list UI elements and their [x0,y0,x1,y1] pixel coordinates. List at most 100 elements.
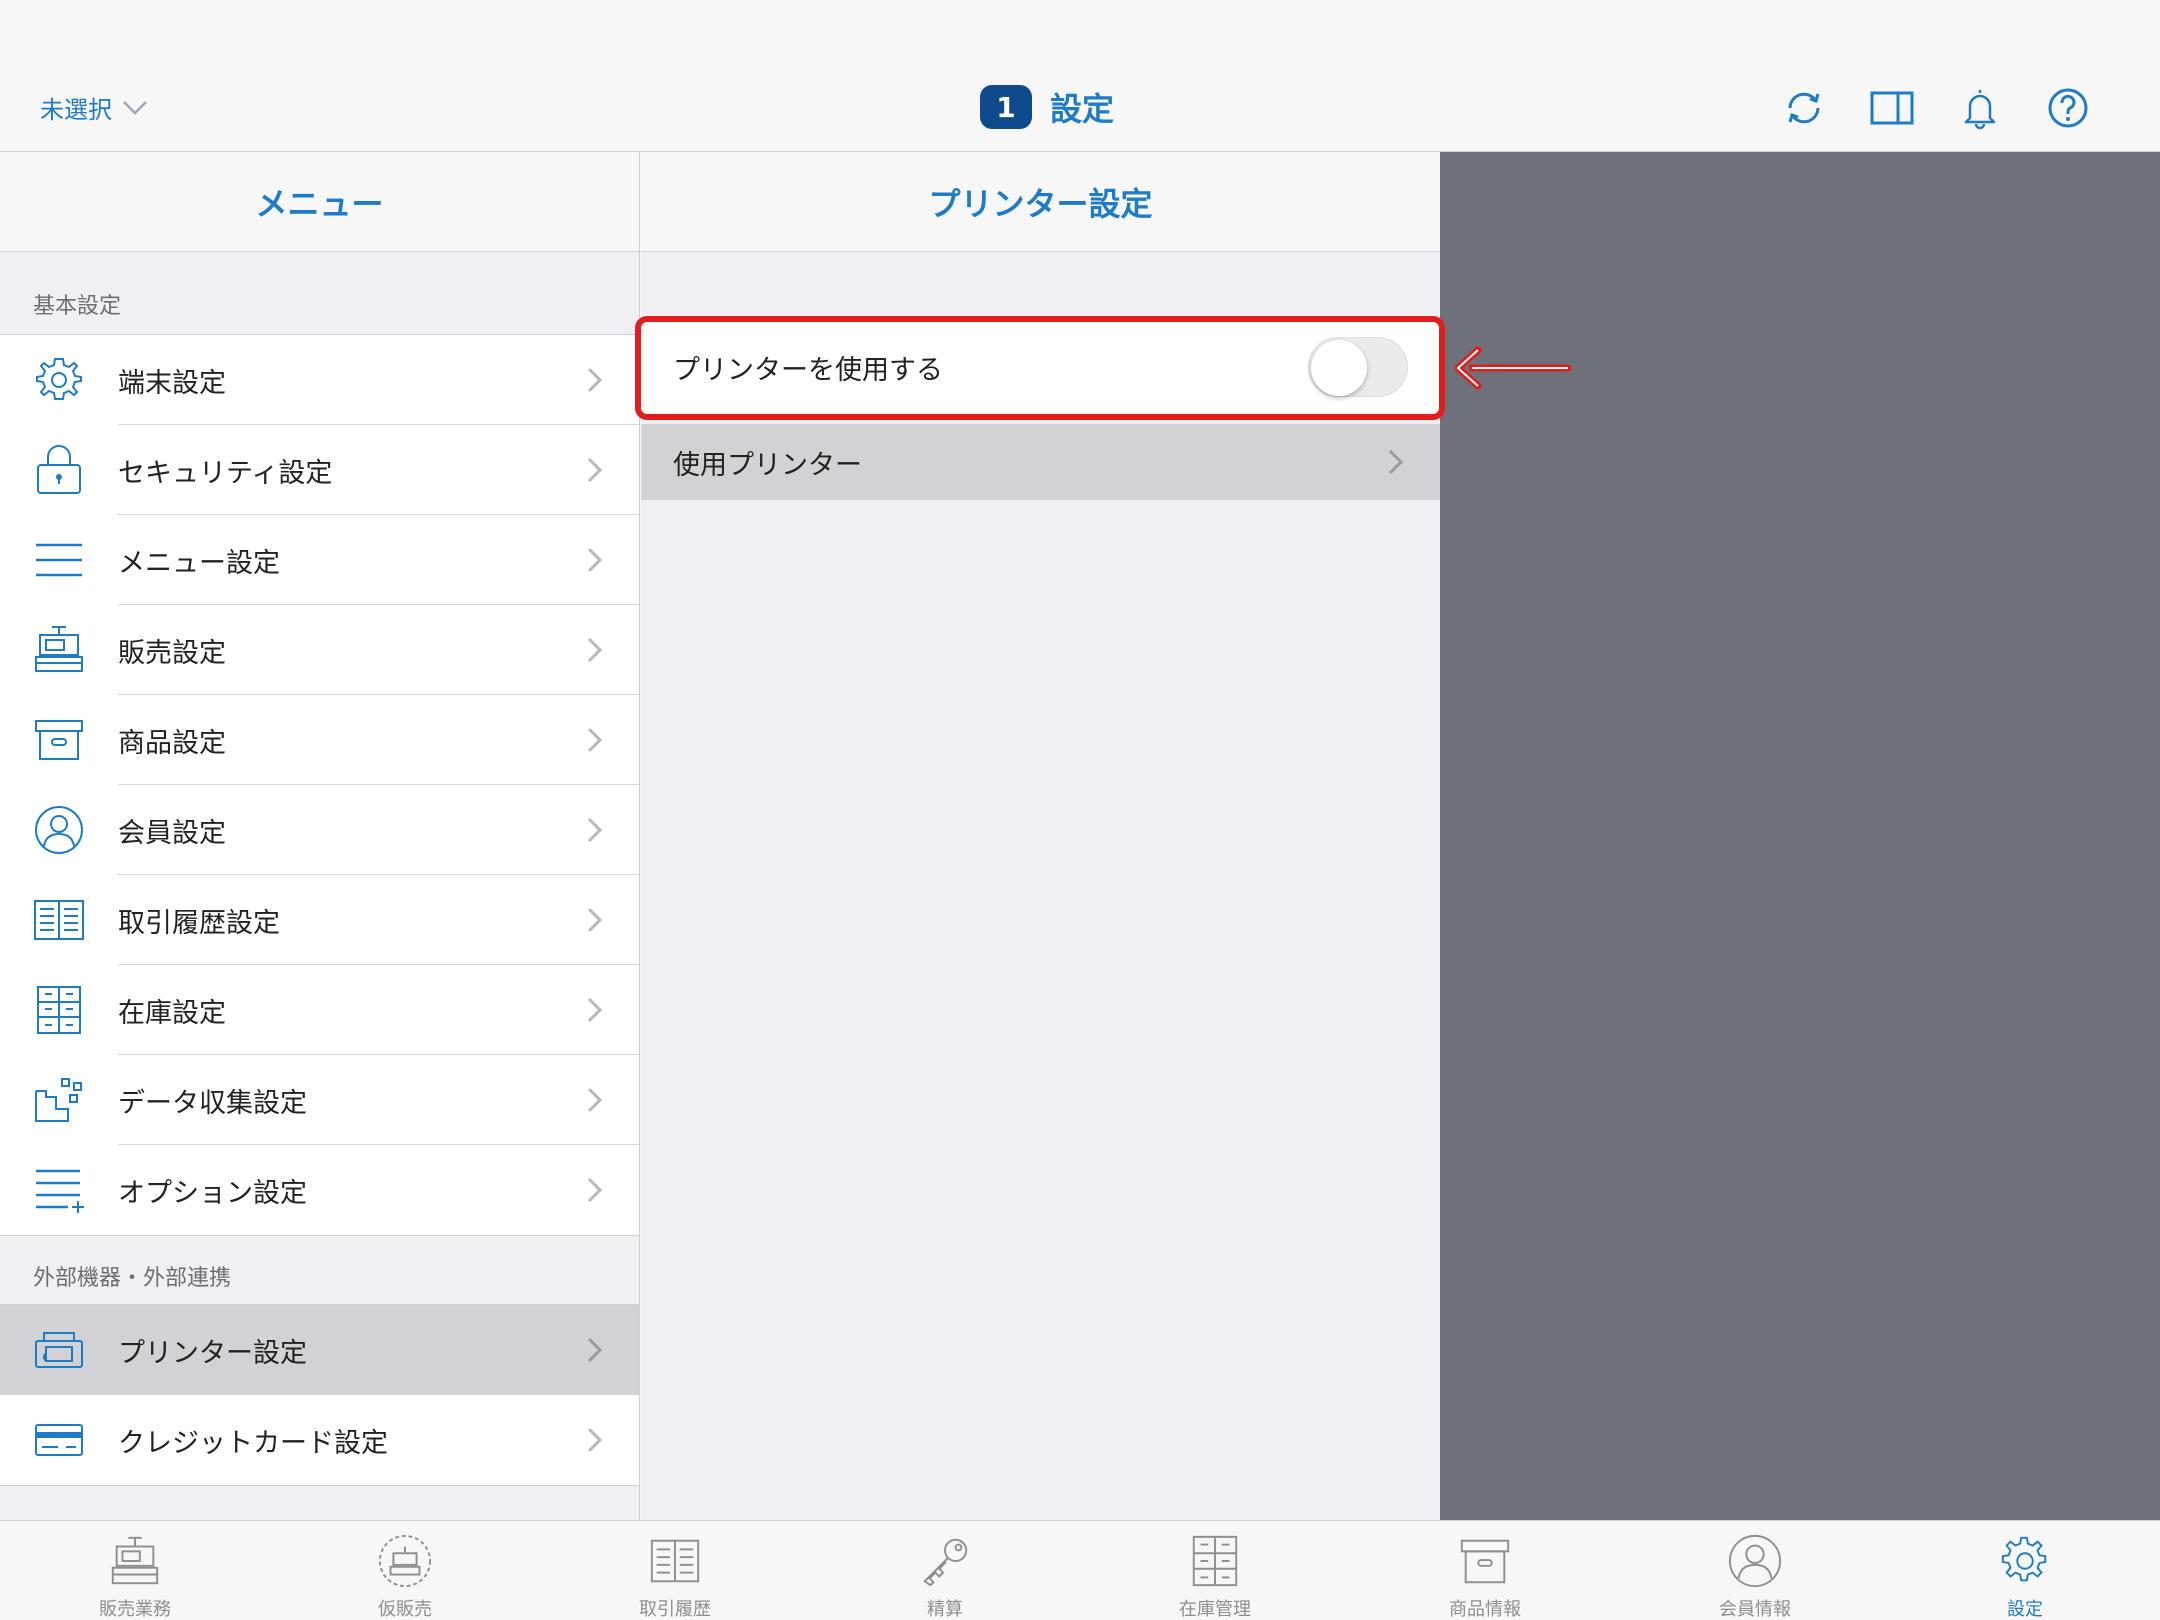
chevron-right-icon [587,367,603,393]
menu-item-label: 端末設定 [118,367,226,399]
menu-item-sales[interactable]: 販売設定 [0,605,639,695]
split-view-icon [1870,91,1914,125]
chevron-right-icon [587,547,603,573]
menu-item-label: データ収集設定 [118,1087,307,1119]
page-title: 設定 [1050,90,1115,128]
help-button[interactable] [2046,86,2090,130]
menu-item-label: オプション設定 [118,1177,307,1209]
menu-item-label: プリンター設定 [118,1337,307,1369]
sync-button[interactable] [1782,86,1826,130]
tab-label: 精算 [927,1599,963,1620]
menu-item-label: クレジットカード設定 [118,1427,388,1459]
chevron-right-icon [1388,449,1404,475]
cabinet-icon [1192,1535,1238,1587]
menu-item-member[interactable]: 会員設定 [0,785,639,875]
external-devices-list: プリンター設定 クレジットカード設定 [0,1304,639,1486]
chevron-right-icon [587,1337,603,1363]
chevron-right-icon [587,1427,603,1453]
tab-label: 在庫管理 [1179,1599,1251,1620]
terminal-number-badge: 1 [980,85,1032,129]
highlight-box [635,316,1445,420]
menu-item-label: 会員設定 [118,817,226,849]
option-list-icon [36,1169,84,1213]
tab-transaction-history[interactable]: 取引履歴 [540,1521,810,1620]
temp-sale-icon [378,1534,432,1588]
menu-pane-title: メニュー [0,152,639,252]
chevron-right-icon [587,907,603,933]
tab-label: 販売業務 [99,1599,171,1620]
section-label: 基本設定 [33,294,122,319]
menu-item-inventory[interactable]: 在庫設定 [0,965,639,1055]
member-icon [1728,1534,1782,1588]
section-header-basic: 基本設定 [0,252,639,334]
menu-item-option[interactable]: オプション設定 [0,1145,639,1235]
credit-card-icon [35,1424,83,1456]
tab-temp-sale[interactable]: 仮販売 [270,1521,540,1620]
arrow-left-icon [1454,346,1572,390]
detail-pane-title: プリンター設定 [641,152,1440,252]
selected-printer-row[interactable]: 使用プリンター [641,424,1440,500]
basic-settings-list: 端末設定 セキュリティ設定 メニュー設定 販売設定 商品設定 会員設定 取引履歴… [0,334,639,1236]
cabinet-icon [37,986,81,1034]
tab-inventory[interactable]: 在庫管理 [1080,1521,1350,1620]
tab-label: 取引履歴 [639,1599,711,1620]
tab-bar: 販売業務 仮販売 取引履歴 精算 在庫管理 商品情報 会員情報 設定 [0,1520,2160,1620]
bell-icon [1964,90,1996,130]
book-icon [650,1539,700,1583]
chevron-right-icon [587,997,603,1023]
tab-settlement[interactable]: 精算 [810,1521,1080,1620]
store-selector-label: 未選択 [40,96,112,124]
page-title-group: 1 設定 [980,84,1114,130]
chevron-right-icon [587,817,603,843]
chevron-right-icon [587,1177,603,1203]
menu-item-security[interactable]: セキュリティ設定 [0,425,639,515]
box-icon [1460,1539,1510,1584]
key-icon [923,1538,968,1587]
notification-button[interactable] [1958,86,2002,130]
selected-printer-label: 使用プリンター [673,449,862,481]
lock-icon [37,445,81,494]
menu-item-label: セキュリティ設定 [118,457,333,489]
register-icon [35,626,83,672]
tab-settings[interactable]: 設定 [1890,1521,2160,1620]
split-view-button[interactable] [1870,86,1914,130]
menu-pane: メニュー 基本設定 端末設定 セキュリティ設定 メニュー設定 販売設定 商品設定… [0,152,640,1520]
register-icon [111,1536,159,1585]
menu-item-label: 商品設定 [118,727,226,759]
menu-item-transaction-history[interactable]: 取引履歴設定 [0,875,639,965]
tab-label: 会員情報 [1719,1599,1791,1620]
gear-icon [2001,1536,2047,1582]
printer-icon [35,1332,83,1368]
help-icon [2048,88,2088,128]
menu-item-label: 取引履歴設定 [118,907,280,939]
store-selector[interactable]: 未選択 [40,90,148,125]
chevron-right-icon [587,1087,603,1113]
book-icon [34,900,84,940]
member-icon [35,806,83,854]
tab-product-info[interactable]: 商品情報 [1350,1521,1620,1620]
menu-item-terminal[interactable]: 端末設定 [0,335,639,425]
chevron-right-icon [587,457,603,483]
tab-member-info[interactable]: 会員情報 [1620,1521,1890,1620]
gear-icon [36,358,82,400]
tab-label: 商品情報 [1449,1599,1521,1620]
menu-item-credit-card[interactable]: クレジットカード設定 [0,1395,639,1485]
section-header-external: 外部機器・外部連携 [0,1236,639,1304]
box-icon [35,720,83,760]
top-bar: 未選択 1 設定 [0,0,2160,152]
menu-lines-icon [36,543,82,577]
tab-label: 設定 [2007,1599,2043,1620]
menu-item-printer[interactable]: プリンター設定 [0,1305,639,1395]
menu-item-product[interactable]: 商品設定 [0,695,639,785]
sync-icon [1788,92,1820,124]
chevron-down-icon [123,100,147,115]
tab-sales[interactable]: 販売業務 [0,1521,270,1620]
menu-item-data-collection[interactable]: データ収集設定 [0,1055,639,1145]
data-icon [35,1078,82,1122]
chevron-right-icon [587,637,603,663]
chevron-right-icon [587,727,603,753]
menu-item-label: 販売設定 [118,637,226,669]
menu-item-menu[interactable]: メニュー設定 [0,515,639,605]
menu-item-label: メニュー設定 [118,547,280,579]
tab-label: 仮販売 [378,1599,432,1620]
